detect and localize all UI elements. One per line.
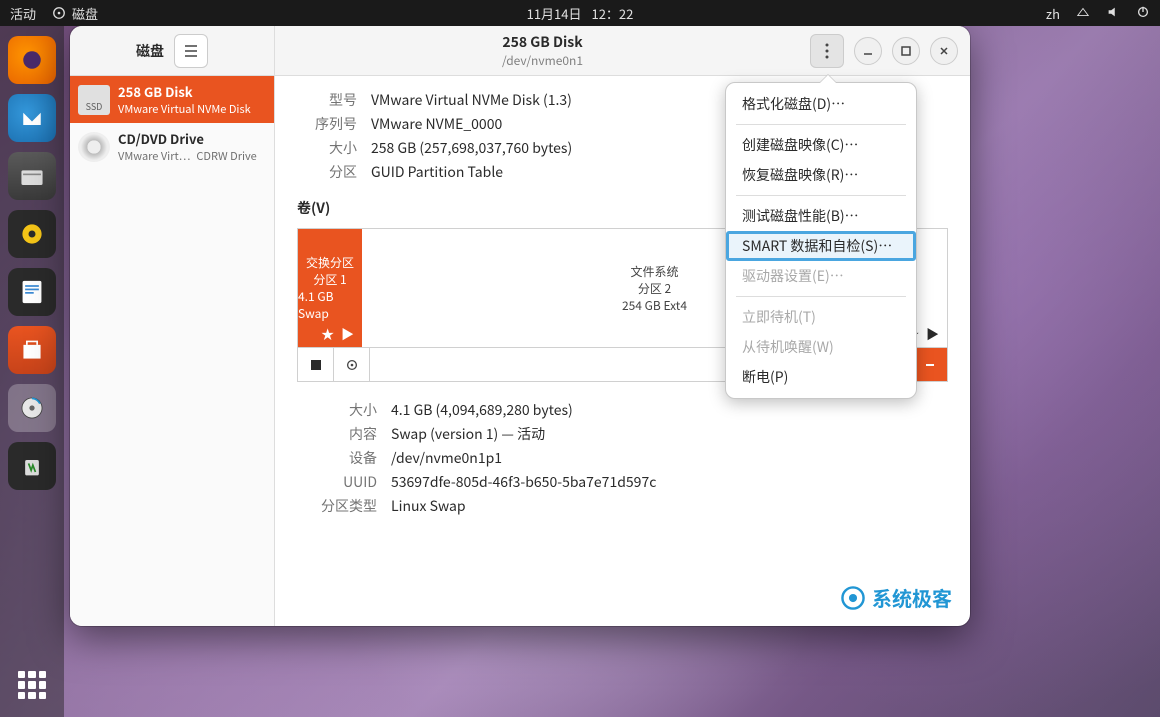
- menu-benchmark[interactable]: 测试磁盘性能(B)…: [726, 201, 916, 231]
- dock-item-trash[interactable]: [8, 442, 56, 490]
- volume-settings-button[interactable]: [334, 348, 370, 381]
- sidebar-disk-sub: VMware Virtual NVMe Disk: [118, 101, 251, 117]
- top-bar: 活动 磁盘 11月14日 12：22 zh: [0, 0, 1160, 26]
- menu-wake: 从待机唤醒(W): [726, 332, 916, 362]
- disk-menu-button[interactable]: [810, 34, 844, 68]
- value-vol-size: 4.1 GB (4,094,689,280 bytes): [391, 400, 948, 420]
- label-vol-uuid: UUID: [297, 472, 377, 492]
- disk-sidebar: SSD 258 GB Disk VMware Virtual NVMe Disk…: [70, 76, 275, 626]
- value-vol-content: Swap (version 1) — 活动: [391, 424, 948, 444]
- label-size: 大小: [297, 138, 357, 158]
- time-label: 12：22: [592, 4, 634, 23]
- hamburger-icon: [184, 45, 198, 57]
- window-title: 258 GB Disk: [502, 32, 582, 52]
- input-method-indicator[interactable]: zh: [1046, 4, 1060, 23]
- stop-icon: [310, 359, 322, 371]
- gear-icon: [345, 358, 359, 372]
- watermark: 系统极客: [840, 583, 952, 612]
- menu-drive-settings: 驱动器设置(E)…: [726, 261, 916, 291]
- dock-item-firefox[interactable]: [8, 36, 56, 84]
- ssd-icon: SSD: [78, 85, 110, 115]
- watermark-text: 系统极客: [872, 583, 952, 612]
- date-label: 11月14日: [527, 4, 582, 23]
- app-indicator-label: 磁盘: [72, 4, 98, 23]
- close-icon: [938, 45, 950, 57]
- dock-item-software[interactable]: [8, 326, 56, 374]
- partition-label: 文件系统: [630, 263, 678, 280]
- hamburger-button[interactable]: [174, 34, 208, 68]
- activities-button[interactable]: 活动: [10, 4, 36, 23]
- partition-size: 4.1 GB Swap: [298, 288, 362, 322]
- kebab-icon: [825, 43, 829, 59]
- dock-item-rhythmbox[interactable]: [8, 210, 56, 258]
- sidebar-disk-cd[interactable]: CD/DVD Drive VMware Virt… CDRW Drive: [70, 123, 274, 170]
- label-serial: 序列号: [297, 114, 357, 134]
- label-vol-content: 内容: [297, 424, 377, 444]
- partition-size: 254 GB Ext4: [622, 297, 687, 314]
- partition-number: 分区 2: [638, 280, 671, 297]
- dock-item-files[interactable]: [8, 152, 56, 200]
- stop-button[interactable]: [298, 348, 334, 381]
- partition-label: 交换分区: [306, 254, 354, 271]
- dock-show-apps[interactable]: [18, 671, 46, 699]
- disk-menu-popover: 格式化磁盘(D)… 创建磁盘映像(C)… 恢复磁盘映像(R)… 测试磁盘性能(B…: [725, 82, 917, 399]
- menu-separator: [736, 296, 906, 297]
- value-vol-ptype: Linux Swap: [391, 496, 948, 516]
- partition-number: 分区 1: [313, 271, 346, 288]
- menu-format-disk[interactable]: 格式化磁盘(D)…: [726, 89, 916, 119]
- label-partitioning: 分区: [297, 162, 357, 182]
- sidebar-title: 磁盘: [136, 41, 164, 61]
- power-icon[interactable]: [1136, 4, 1150, 23]
- dock-item-libreoffice[interactable]: [8, 268, 56, 316]
- watermark-icon: [840, 585, 866, 611]
- menu-separator: [736, 124, 906, 125]
- maximize-icon: [900, 45, 912, 57]
- label-vol-ptype: 分区类型: [297, 496, 377, 516]
- volume-icon[interactable]: [1106, 4, 1120, 23]
- cd-icon: [78, 132, 110, 162]
- value-vol-uuid: 53697dfe-805d-46f3-b650-5ba7e71d597c: [391, 472, 948, 492]
- active-indicator-icon: ★ ▶: [321, 324, 356, 343]
- maximize-button[interactable]: [892, 37, 920, 65]
- menu-poweroff[interactable]: 断电(P): [726, 362, 916, 392]
- sidebar-disk-sub: CDRW Drive: [196, 148, 256, 164]
- value-vol-device: /dev/nvme0n1p1: [391, 448, 948, 468]
- menu-smart[interactable]: SMART 数据和自检(S)…: [726, 231, 916, 261]
- menu-restore-image[interactable]: 恢复磁盘映像(R)…: [726, 160, 916, 190]
- sidebar-disk-name: CD/DVD Drive: [118, 129, 257, 148]
- menu-create-image[interactable]: 创建磁盘映像(C)…: [726, 130, 916, 160]
- close-button[interactable]: [930, 37, 958, 65]
- label-vol-device: 设备: [297, 448, 377, 468]
- clock[interactable]: 11月14日 12：22: [527, 4, 634, 23]
- dock-item-thunderbird[interactable]: [8, 94, 56, 142]
- label-vol-size: 大小: [297, 400, 377, 420]
- minus-icon: [923, 358, 937, 372]
- network-icon[interactable]: [1076, 4, 1090, 23]
- window-subtitle: /dev/nvme0n1: [502, 52, 583, 69]
- app-indicator[interactable]: 磁盘: [52, 4, 98, 23]
- sidebar-disk-ssd[interactable]: SSD 258 GB Disk VMware Virtual NVMe Disk: [70, 76, 274, 123]
- label-model: 型号: [297, 90, 357, 110]
- dock-item-disks[interactable]: [8, 384, 56, 432]
- titlebar: 磁盘 258 GB Disk /dev/nvme0n1: [70, 26, 970, 76]
- minimize-button[interactable]: [854, 37, 882, 65]
- partition-swap[interactable]: 交换分区 分区 1 4.1 GB Swap ★ ▶: [298, 229, 362, 347]
- sidebar-disk-sub: VMware Virt…: [118, 148, 190, 164]
- menu-standby: 立即待机(T): [726, 302, 916, 332]
- dock: [0, 26, 64, 717]
- minimize-icon: [862, 45, 874, 57]
- sidebar-disk-name: 258 GB Disk: [118, 82, 251, 101]
- menu-separator: [736, 195, 906, 196]
